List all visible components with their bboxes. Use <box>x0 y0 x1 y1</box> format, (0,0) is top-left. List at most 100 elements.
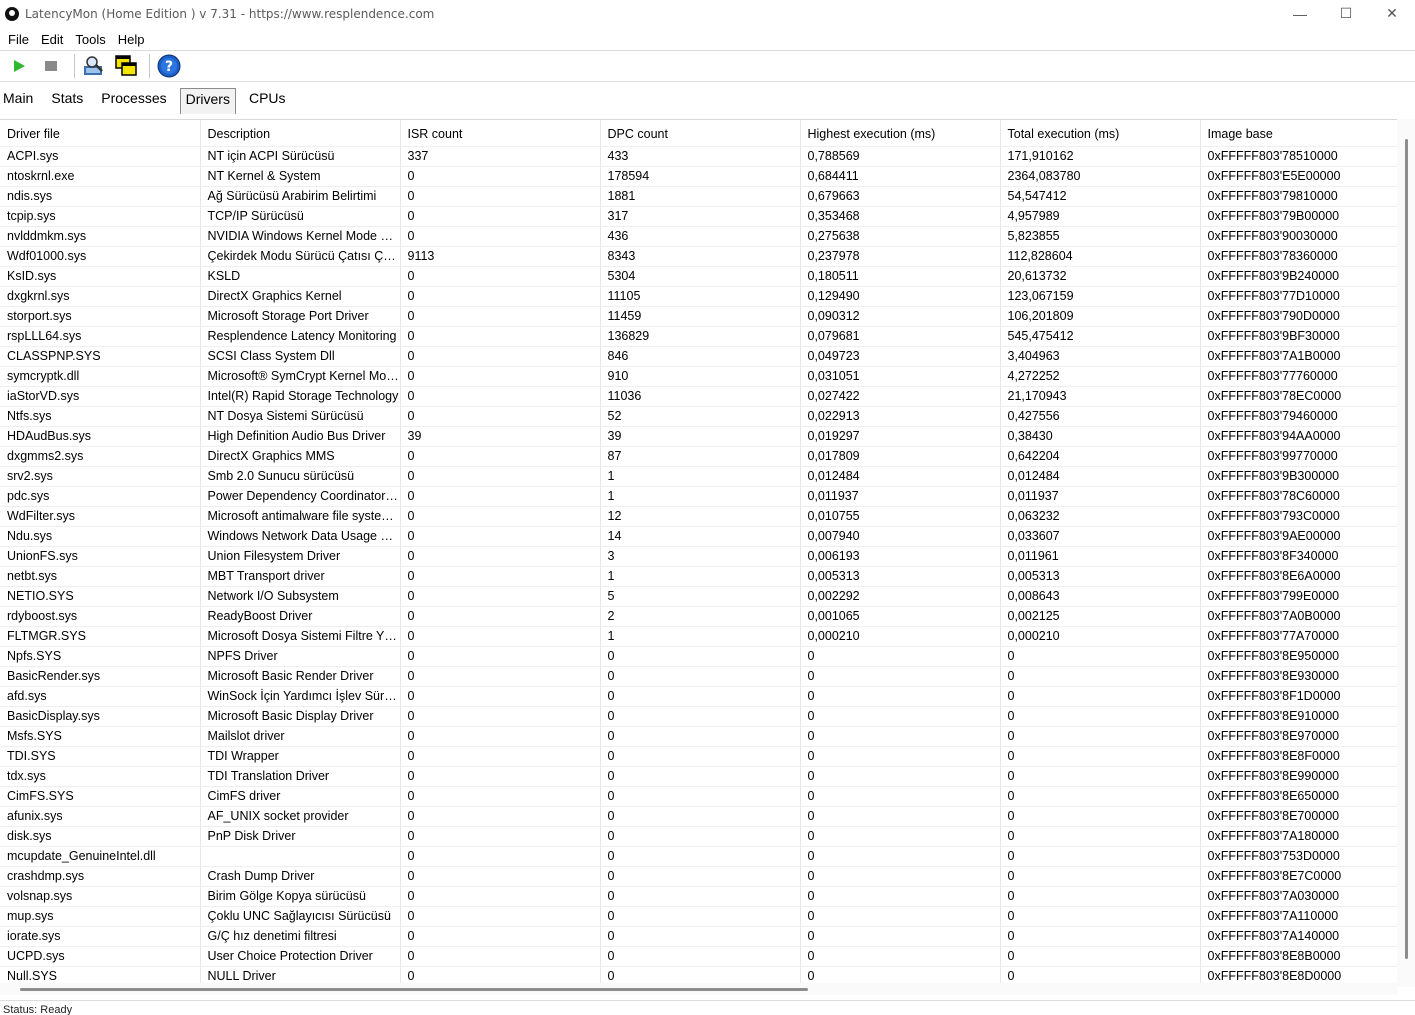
table-row[interactable]: Ntfs.sys NT Dosya Sistemi Sürücüsü 0 52 0,02… <box>0 406 1398 427</box>
cell-dpc-count: 0 <box>600 846 801 867</box>
tab-cpus[interactable]: CPUs <box>244 88 291 114</box>
tab-processes[interactable]: Processes <box>96 88 171 114</box>
table-row[interactable]: Wdf01000.sys Çekirdek Modu Sürücü Çatısı … <box>0 246 1398 267</box>
cell-dpc-count: 12 <box>600 506 801 527</box>
table-row[interactable]: Ndu.sysWindows Network Data Usage Monito… <box>0 526 1398 547</box>
column-header-highest-execution[interactable]: Highest execution (ms) <box>800 120 1001 147</box>
cell-description: Microsoft Dosya Sistemi Filtre Yöneticis… <box>200 626 401 647</box>
cell-description: CimFS driver <box>200 786 401 807</box>
table-row[interactable]: UnionFS.sys Union Filesystem Driver 0 3 0,00… <box>0 546 1398 567</box>
table-row[interactable]: rspLLL64.sys Resplendence Latency Monitor… <box>0 326 1398 347</box>
table-row[interactable]: NETIO.SYS Network I/O Subsystem 0 5 0,002292… <box>0 586 1398 607</box>
table-row[interactable]: iaStorVD.sys Intel(R) Rapid Storage Techn… <box>0 386 1398 407</box>
cell-highest-execution: 0,027422 <box>800 386 1001 407</box>
table-row[interactable]: tdx.sys TDI Translation Driver 0 0 0 0 0xFFFFF… <box>0 766 1398 787</box>
tab-drivers[interactable]: Drivers <box>179 88 236 114</box>
vertical-scrollbar[interactable] <box>1397 119 1415 987</box>
cell-highest-execution: 0,005313 <box>800 566 1001 587</box>
menu-tools[interactable]: Tools <box>71 32 109 47</box>
table-row[interactable]: KsID.sys KSLD 0 5304 0,180511 20,613732 0xFFFF… <box>0 266 1398 287</box>
table-row[interactable]: TDI.SYS TDI Wrapper 0 0 0 0 0xFFFFF803'8E8F000… <box>0 746 1398 767</box>
menu-edit[interactable]: Edit <box>37 32 67 47</box>
stop-monitor-button[interactable] <box>38 53 64 79</box>
table-row[interactable]: netbt.sys MBT Transport driver 0 1 0,005313 0… <box>0 566 1398 587</box>
table-row[interactable]: UCPD.sys User Choice Protection Driver 0 0 0… <box>0 946 1398 967</box>
cell-driver-file: srv2.sys <box>0 466 201 487</box>
table-row[interactable]: Msfs.SYS Mailslot driver 0 0 0 0 0xFFFFF803'8E… <box>0 726 1398 747</box>
cell-dpc-count: 436 <box>600 226 801 247</box>
cell-isr-count: 0 <box>400 866 601 887</box>
table-row[interactable]: dxgmms2.sys DirectX Graphics MMS 0 87 0,0178… <box>0 446 1398 467</box>
table-row[interactable]: nvlddmkm.sys NVIDIA Windows Kernel Mode D… <box>0 226 1398 247</box>
cell-total-execution: 0,008643 <box>1000 586 1201 607</box>
copy-button[interactable] <box>113 53 139 79</box>
table-row[interactable]: pdc.sysPower Dependency Coordinator Driv… <box>0 486 1398 507</box>
drivers-table-container: Driver file Description ISR count DPC co… <box>0 119 1415 987</box>
table-row[interactable]: CimFS.SYS CimFS driver 0 0 0 0 0xFFFFF803'8E65… <box>0 786 1398 807</box>
column-header-dpc-count[interactable]: DPC count <box>600 120 801 147</box>
cell-image-base: 0xFFFFF803'8E8F0000 <box>1200 746 1398 767</box>
table-row[interactable]: ACPI.sys NT için ACPI Sürücüsü 337 433 0,788… <box>0 146 1398 167</box>
cell-image-base: 0xFFFFF803'94AA0000 <box>1200 426 1398 447</box>
table-row[interactable]: mup.sys Çoklu UNC Sağlayıcısı Sürücüsü 0 0 0… <box>0 906 1398 927</box>
cell-total-execution: 0 <box>1000 926 1201 947</box>
cell-highest-execution: 0 <box>800 686 1001 707</box>
table-row[interactable]: mcupdate_GenuineIntel.dll 0 0 0 0 0xFFFFF803'… <box>0 846 1398 867</box>
properties-button[interactable] <box>81 53 107 79</box>
cell-driver-file: Msfs.SYS <box>0 726 201 747</box>
table-row[interactable]: BasicDisplay.sys Microsoft Basic Display … <box>0 706 1398 727</box>
table-row[interactable]: volsnap.sys Birim Gölge Kopya sürücüsü 0 0 0… <box>0 886 1398 907</box>
table-row[interactable]: CLASSPNP.SYS SCSI Class System Dll 0 846 0,0… <box>0 346 1398 367</box>
table-row[interactable]: afd.sys WinSock İçin Yardımcı İşlev Sürüc… <box>0 686 1398 707</box>
horizontal-scrollbar[interactable] <box>0 983 1397 995</box>
maximize-button[interactable]: ☐ <box>1323 0 1369 27</box>
table-row[interactable]: ndis.sys Ağ Sürücüsü Arabirim Belirtimi 0 1… <box>0 186 1398 207</box>
table-row[interactable]: FLTMGR.SYS Microsoft Dosya Sistemi Filtre… <box>0 626 1398 647</box>
cell-driver-file: dxgmms2.sys <box>0 446 201 467</box>
column-header-driver-file[interactable]: Driver file <box>0 120 201 147</box>
table-row[interactable]: srv2.sys Smb 2.0 Sunucu sürücüsü 0 1 0,01248… <box>0 466 1398 487</box>
cell-driver-file: afd.sys <box>0 686 201 707</box>
cell-image-base: 0xFFFFF803'9BF30000 <box>1200 326 1398 347</box>
column-header-description[interactable]: Description <box>200 120 401 147</box>
table-row[interactable]: WdFilter.sys Microsoft antimalware file s… <box>0 506 1398 527</box>
table-row[interactable]: storport.sys Microsoft Storage Port Drive… <box>0 306 1398 327</box>
cell-driver-file: pdc.sys <box>0 486 201 507</box>
tab-stats[interactable]: Stats <box>46 88 88 114</box>
table-row[interactable]: crashdmp.sys Crash Dump Driver 0 0 0 0 0xFFFFF… <box>0 866 1398 887</box>
column-header-isr-count[interactable]: ISR count <box>400 120 601 147</box>
tab-main[interactable]: Main <box>0 88 38 114</box>
table-row[interactable]: HDAudBus.sys High Definition Audio Bus Dr… <box>0 426 1398 447</box>
table-row[interactable]: rdyboost.sys ReadyBoost Driver 0 2 0,001065 0… <box>0 606 1398 627</box>
cell-description: Power Dependency Coordinator Driver <box>200 486 401 507</box>
table-row[interactable]: Npfs.SYS NPFS Driver 0 0 0 0 0xFFFFF803'8E9500… <box>0 646 1398 667</box>
menu-help[interactable]: Help <box>114 32 149 47</box>
cell-highest-execution: 0,129490 <box>800 286 1001 307</box>
minimize-button[interactable]: — <box>1277 0 1323 27</box>
column-header-image-base[interactable]: Image base <box>1200 120 1398 147</box>
column-header-total-execution[interactable]: Total execution (ms) <box>1000 120 1201 147</box>
vertical-scroll-thumb[interactable] <box>1405 139 1408 959</box>
table-row[interactable]: tcpip.sys TCP/IP Sürücüsü 0 317 0,353468 4,95… <box>0 206 1398 227</box>
cell-highest-execution: 0,006193 <box>800 546 1001 567</box>
table-row[interactable]: disk.sys PnP Disk Driver 0 0 0 0 0xFFFFF803'7A… <box>0 826 1398 847</box>
start-monitor-button[interactable] <box>6 53 32 79</box>
cell-isr-count: 0 <box>400 686 601 707</box>
cell-dpc-count: 910 <box>600 366 801 387</box>
table-row[interactable]: iorate.sys G/Ç hız denetimi filtresi 0 0 0 0 0… <box>0 926 1398 947</box>
table-row[interactable]: BasicRender.sys Microsoft Basic Render Dr… <box>0 666 1398 687</box>
cell-highest-execution: 0,012484 <box>800 466 1001 487</box>
horizontal-scroll-thumb[interactable] <box>20 988 808 991</box>
cell-image-base: 0xFFFFF803'7A110000 <box>1200 906 1398 927</box>
table-row[interactable]: symcryptk.dll Microsoft® SymCrypt Kernel … <box>0 366 1398 387</box>
table-row[interactable]: afunix.sys AF_UNIX socket provider 0 0 0 0 0xF… <box>0 806 1398 827</box>
close-button[interactable]: ✕ <box>1369 0 1415 27</box>
table-row[interactable]: ntoskrnl.exe NT Kernel & System 0 178594 0,6… <box>0 166 1398 187</box>
cell-dpc-count: 317 <box>600 206 801 227</box>
cell-description: ReadyBoost Driver <box>200 606 401 627</box>
help-button[interactable]: ? <box>156 53 182 79</box>
menu-file[interactable]: File <box>4 32 33 47</box>
cell-dpc-count: 39 <box>600 426 801 447</box>
table-row[interactable]: dxgkrnl.sys DirectX Graphics Kernel 0 11105… <box>0 286 1398 307</box>
cell-dpc-count: 0 <box>600 886 801 907</box>
